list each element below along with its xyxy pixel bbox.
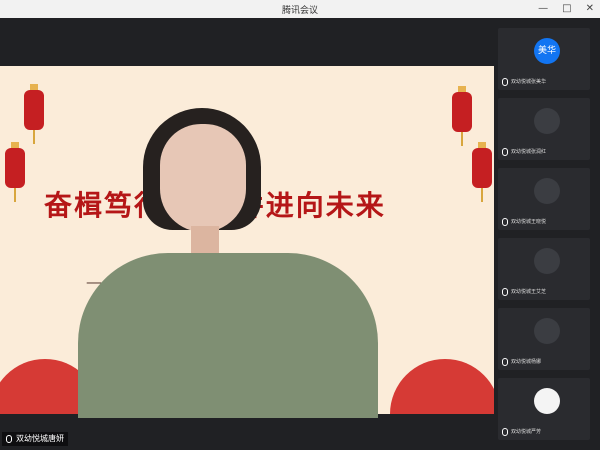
participant-tile[interactable]: 双幼悦城杨娜 bbox=[498, 308, 590, 370]
avatar: 美华 bbox=[534, 38, 560, 64]
decorative-cloud bbox=[390, 359, 494, 414]
avatar bbox=[534, 248, 560, 274]
main-video-area[interactable]: 奋楫笃行 携手并进向未来 ——2022 期各部门工作总结会 分园 双幼悦城唐妍 bbox=[0, 18, 494, 450]
microphone-icon bbox=[502, 428, 508, 436]
avatar bbox=[534, 108, 560, 134]
microphone-icon bbox=[502, 148, 508, 156]
close-icon[interactable]: ✕ bbox=[586, 2, 594, 16]
participant-name: 双幼悦城严芳 bbox=[511, 429, 542, 435]
participant-name-tag: 双幼悦城王晓悦 bbox=[502, 217, 546, 227]
participant-tile[interactable]: 双幼悦城张润红 bbox=[498, 98, 590, 160]
participant-name: 双幼悦城张美华 bbox=[511, 79, 547, 85]
title-bar: 腾讯会议 — □ ✕ bbox=[0, 0, 600, 18]
speaker-face bbox=[160, 124, 246, 232]
lantern-icon bbox=[472, 142, 492, 202]
microphone-icon bbox=[6, 435, 12, 443]
speaker-coat bbox=[78, 253, 378, 418]
minimize-icon[interactable]: — bbox=[538, 2, 548, 16]
avatar bbox=[534, 388, 560, 414]
participant-name-tag: 双幼悦城王艾芝 bbox=[502, 287, 546, 297]
participant-name: 双幼悦城王晓悦 bbox=[511, 219, 547, 225]
window-controls: — □ ✕ bbox=[538, 2, 594, 16]
participant-name: 双幼悦城王艾芝 bbox=[511, 289, 547, 295]
participant-sidebar: 美华 双幼悦城张美华 双幼悦城张润红 双幼悦城王晓悦 双幼悦城王艾芝 双幼悦城杨… bbox=[494, 18, 600, 450]
lantern-icon bbox=[24, 84, 44, 144]
microphone-icon bbox=[502, 358, 508, 366]
lantern-icon bbox=[5, 142, 25, 202]
participant-name: 双幼悦城杨娜 bbox=[511, 359, 542, 365]
microphone-icon bbox=[502, 78, 508, 86]
maximize-icon[interactable]: □ bbox=[562, 2, 571, 16]
window-title: 腾讯会议 bbox=[281, 6, 318, 16]
speaker-video bbox=[78, 108, 378, 418]
participant-tile[interactable]: 双幼悦城严芳 bbox=[498, 378, 590, 440]
participant-name-tag: 双幼悦城张美华 bbox=[502, 77, 546, 87]
microphone-icon bbox=[502, 218, 508, 226]
participant-name-tag: 双幼悦城杨娜 bbox=[502, 357, 541, 367]
speaker-name-tag: 双幼悦城唐妍 bbox=[2, 432, 68, 446]
participant-tile[interactable]: 双幼悦城王晓悦 bbox=[498, 168, 590, 230]
avatar bbox=[534, 318, 560, 344]
participant-tile[interactable]: 美华 双幼悦城张美华 bbox=[498, 28, 590, 90]
participant-name-tag: 双幼悦城严芳 bbox=[502, 427, 541, 437]
participant-tile[interactable]: 双幼悦城王艾芝 bbox=[498, 238, 590, 300]
participant-name: 双幼悦城张润红 bbox=[511, 149, 547, 155]
avatar bbox=[534, 178, 560, 204]
lantern-icon bbox=[452, 86, 472, 146]
speaker-neck bbox=[191, 226, 219, 254]
participant-name-tag: 双幼悦城张润红 bbox=[502, 147, 546, 157]
speaker-name: 双幼悦城唐妍 bbox=[16, 434, 64, 443]
microphone-icon bbox=[502, 288, 508, 296]
